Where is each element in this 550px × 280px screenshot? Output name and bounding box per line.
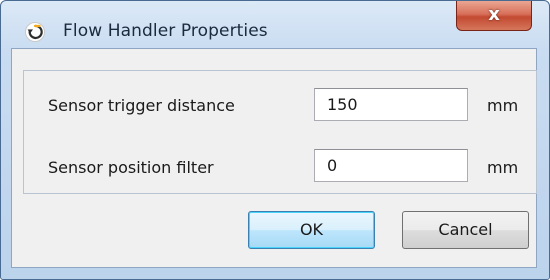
ok-button[interactable]: OK: [248, 211, 375, 249]
title-bar[interactable]: Flow Handler Properties x: [1, 1, 549, 42]
close-button[interactable]: x: [456, 1, 532, 31]
refresh-arrow-icon: [24, 21, 46, 43]
sensor-position-filter-label: Sensor position filter: [48, 158, 214, 177]
close-icon: x: [488, 4, 500, 25]
sensor-position-filter-unit: mm: [487, 158, 519, 177]
sensor-position-filter-input[interactable]: [314, 149, 468, 182]
sensor-trigger-distance-input[interactable]: [314, 88, 468, 121]
window-title: Flow Handler Properties: [63, 21, 268, 41]
sensor-trigger-distance-unit: mm: [487, 96, 519, 115]
cancel-button[interactable]: Cancel: [402, 211, 529, 249]
sensor-trigger-distance-label: Sensor trigger distance: [48, 96, 235, 115]
